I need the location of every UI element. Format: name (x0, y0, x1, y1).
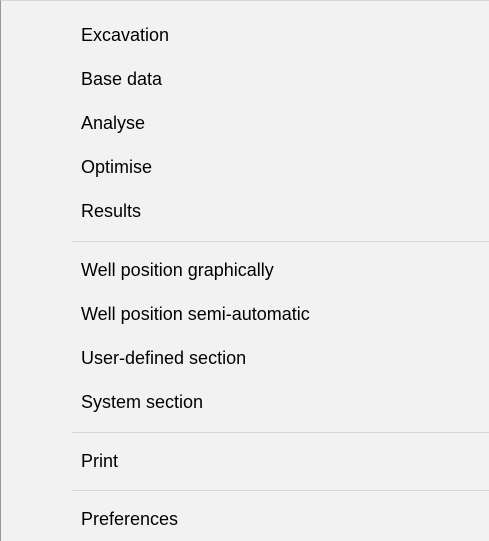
menu-separator (72, 490, 489, 491)
menu-item-system-section[interactable]: System section (2, 386, 489, 418)
context-menu: Excavation Base data Analyse Optimise Re… (0, 0, 489, 541)
menu-item-optimise[interactable]: Optimise (2, 151, 489, 183)
menu-item-results[interactable]: Results (2, 195, 489, 227)
menu-separator (72, 241, 489, 242)
menu-item-user-defined-section[interactable]: User-defined section (2, 342, 489, 374)
menu-item-excavation[interactable]: Excavation (2, 19, 489, 51)
menu-item-preferences[interactable]: Preferences (2, 503, 489, 535)
menu-item-analyse[interactable]: Analyse (2, 107, 489, 139)
menu-item-base-data[interactable]: Base data (2, 63, 489, 95)
menu-item-well-position-graphically[interactable]: Well position graphically (2, 254, 489, 286)
menu-item-well-position-semi-automatic[interactable]: Well position semi-automatic (2, 298, 489, 330)
menu-separator (72, 432, 489, 433)
menu-item-print[interactable]: Print (2, 445, 489, 477)
